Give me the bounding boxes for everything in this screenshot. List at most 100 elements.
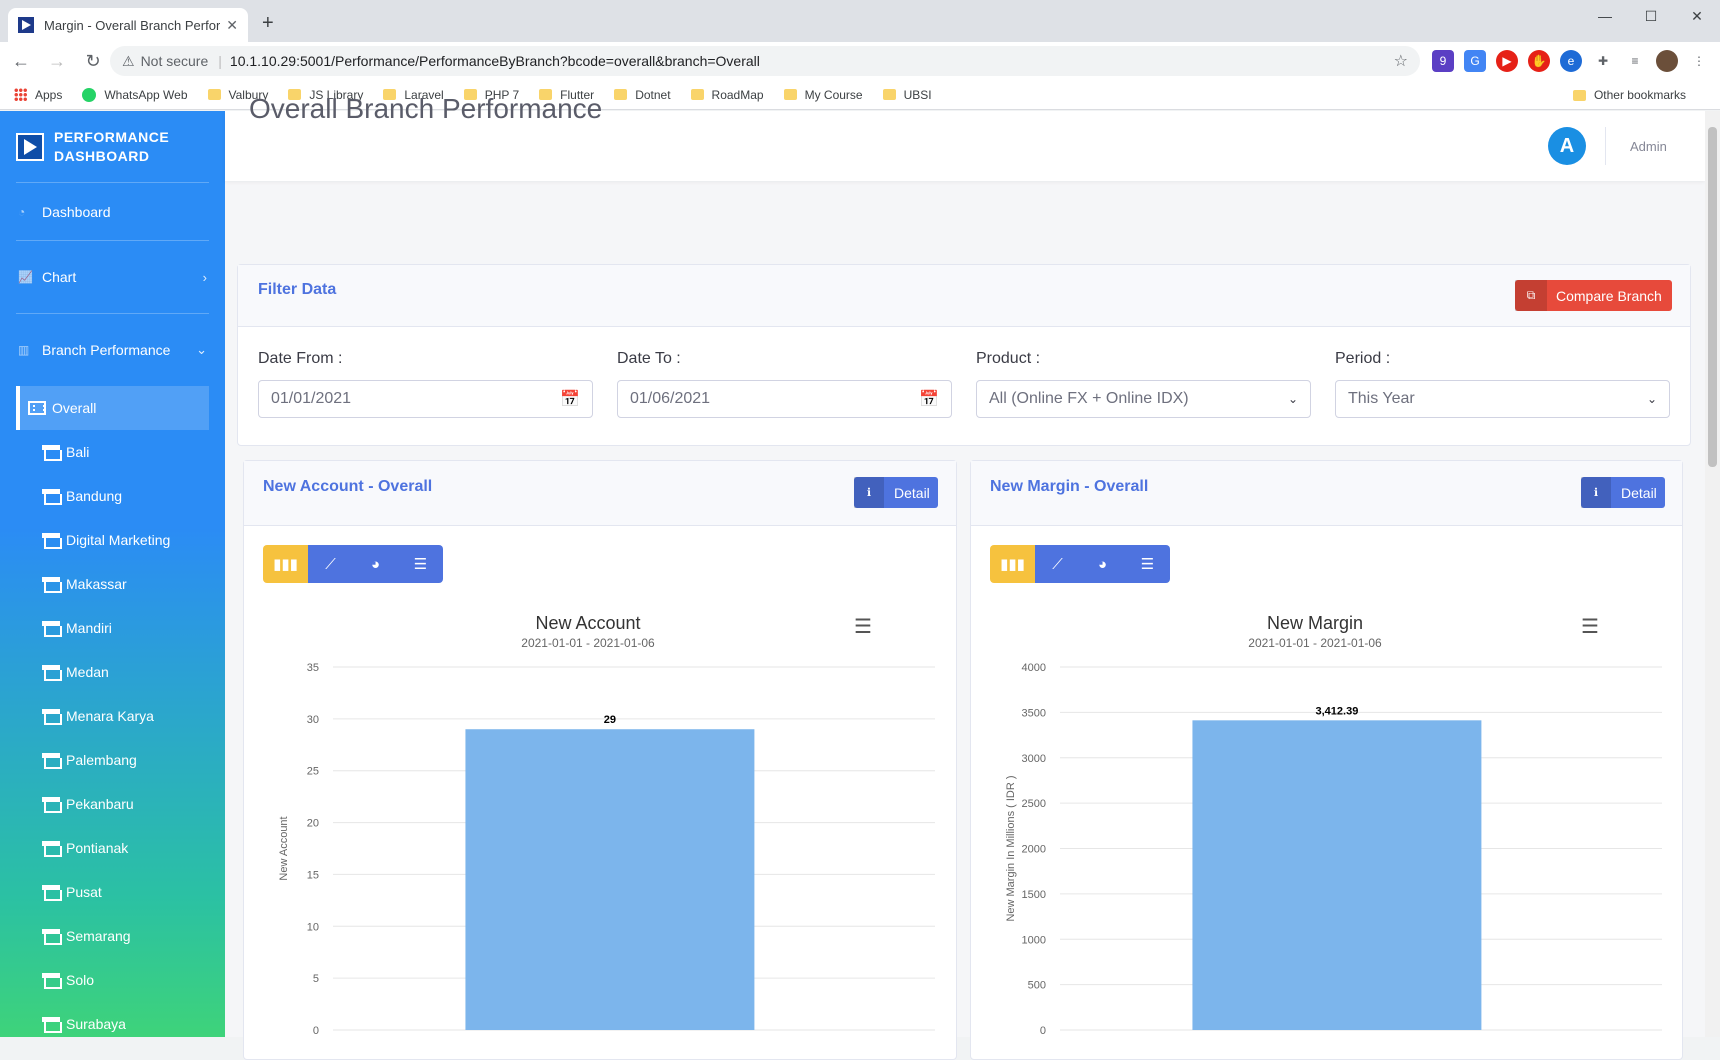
not-secure-label: Not secure	[140, 53, 209, 69]
sidebar: PERFORMANCE DASHBOARD ◔ Dashboard 📈 Char…	[0, 111, 225, 1037]
sidebar-sub-item-branch[interactable]: Bandung	[0, 474, 225, 518]
sidebar-sub-item-branch[interactable]: Solo	[0, 958, 225, 1002]
store-icon	[42, 621, 62, 637]
new-tab-button[interactable]: +	[262, 12, 274, 35]
menu-kebab-icon[interactable]: ⋮	[1688, 50, 1710, 72]
sidebar-sub-item-branch[interactable]: Bali	[0, 430, 225, 474]
date-from-input[interactable]: 01/01/2021 📅	[258, 380, 593, 418]
date-to-input[interactable]: 01/06/2021 📅	[617, 380, 952, 418]
info-icon: ℹ	[1581, 477, 1611, 508]
filter-card: Filter Data	[237, 264, 1691, 446]
bookmark-folder[interactable]: Dotnet	[614, 88, 671, 102]
puzzle-icon[interactable]: ✚	[1592, 50, 1614, 72]
new-margin-title: New Margin - Overall	[990, 478, 1149, 495]
avatar[interactable]: A	[1548, 127, 1586, 165]
store-icon	[42, 929, 62, 945]
sidebar-sub-item-branch[interactable]: Semarang	[0, 914, 225, 958]
line-chart-type-button[interactable]: ⟋	[308, 545, 353, 583]
chevron-down-icon: ⌄	[196, 342, 207, 357]
sidebar-sub-item-branch[interactable]: Digital Marketing	[0, 518, 225, 562]
chart-title: New Margin	[1267, 613, 1363, 633]
bookmark-folder[interactable]: UBSI	[882, 88, 932, 102]
bookmark-apps[interactable]: Apps	[14, 88, 62, 102]
chart-subtitle: 2021-01-01 - 2021-01-06	[1248, 636, 1382, 650]
calendar-icon[interactable]: 📅	[560, 389, 580, 409]
media-icon[interactable]: ≡	[1624, 50, 1646, 72]
bookmark-folder[interactable]: RoadMap	[690, 88, 764, 102]
translate-icon[interactable]: G	[1464, 50, 1486, 72]
sidebar-sub-item-branch[interactable]: Surabaya	[0, 1002, 225, 1037]
calendar-icon[interactable]: 📅	[919, 389, 939, 409]
adblock-icon[interactable]: ✋	[1528, 50, 1550, 72]
new-margin-chart: New Margin 2021-01-01 - 2021-01-06 ☰ 0 500 10…	[1005, 613, 1662, 1037]
bookmark-folder[interactable]: My Course	[783, 88, 863, 102]
y-tick-label: 20	[307, 818, 319, 830]
other-bookmarks[interactable]: Other bookmarks	[1572, 88, 1686, 102]
close-window-icon[interactable]: ✕	[1674, 0, 1720, 32]
y-tick-label: 3000	[1022, 753, 1046, 765]
browser-tab-bar: Margin - Overall Branch Performance ✕ + …	[0, 0, 1720, 42]
sidebar-item-branch-performance[interactable]: ▥ Branch Performance ⌄	[0, 314, 225, 386]
youtube-icon[interactable]: ▶	[1496, 50, 1518, 72]
date-to-label: Date To :	[617, 350, 681, 367]
sidebar-item-chart[interactable]: 📈 Chart ›	[0, 241, 225, 313]
page-scrollbar[interactable]	[1705, 111, 1720, 1037]
sidebar-sub-item-branch[interactable]: Palembang	[0, 738, 225, 782]
extension-blue-icon[interactable]: e	[1560, 50, 1582, 72]
y-tick-label: 0	[313, 1025, 319, 1037]
forward-icon[interactable]: →	[42, 51, 72, 72]
reload-icon[interactable]: ↻	[78, 51, 108, 72]
y-tick-label: 1000	[1022, 934, 1046, 946]
url-separator: |	[218, 53, 222, 69]
folder-icon	[690, 89, 704, 100]
product-select[interactable]: All (Online FX + Online IDX) ⌄	[976, 380, 1311, 418]
product-label: Product :	[976, 350, 1041, 367]
bookmark-whatsapp[interactable]: WhatsApp Web	[82, 87, 188, 102]
period-select[interactable]: This Year ⌄	[1335, 380, 1670, 418]
compare-icon: ⧉	[1515, 280, 1547, 311]
horizontal-bar-type-button[interactable]: ☰	[398, 545, 443, 583]
bar-chart-type-button[interactable]: ▮▮▮	[990, 545, 1035, 583]
chart-bar	[465, 729, 755, 1030]
pie-chart-type-button[interactable]: ◕	[1080, 545, 1125, 583]
sidebar-sub-item-branch[interactable]: Medan	[0, 650, 225, 694]
account-detail-button[interactable]: ℹ Detail	[854, 477, 938, 508]
new-account-title: New Account - Overall	[263, 478, 433, 495]
pie-chart-type-button[interactable]: ◕	[353, 545, 398, 583]
browser-tab[interactable]: Margin - Overall Branch Performance ✕	[8, 8, 248, 42]
line-chart-type-button[interactable]: ⟋	[1035, 545, 1080, 583]
data-label: 3,412.39	[1316, 705, 1359, 717]
brand-name: PERFORMANCE DASHBOARD	[54, 128, 170, 164]
brand[interactable]: PERFORMANCE DASHBOARD	[0, 111, 225, 182]
sidebar-sub-item-branch[interactable]: Makassar	[0, 562, 225, 606]
sidebar-sub-item-branch[interactable]: Pusat	[0, 870, 225, 914]
y-tick-label: 5	[313, 973, 319, 985]
sidebar-sub-item-branch[interactable]: Pontianak	[0, 826, 225, 870]
sidebar-sub-item-branch[interactable]: Mandiri	[0, 606, 225, 650]
y-tick-label: 0	[1040, 1025, 1046, 1037]
extension-badge-icon[interactable]: 9	[1432, 50, 1454, 72]
address-bar[interactable]: ⚠ Not secure | 10.1.10.29:5001/Performan…	[110, 46, 1420, 76]
new-margin-card-header: New Margin - Overall	[971, 461, 1682, 526]
brand-logo-icon	[16, 132, 44, 161]
back-icon[interactable]: ←	[6, 51, 36, 72]
close-tab-icon[interactable]: ✕	[226, 17, 238, 34]
user-name[interactable]: Admin	[1630, 139, 1667, 154]
sidebar-sub-item-overall[interactable]: Overall	[16, 386, 209, 430]
compare-branch-button[interactable]: ⧉ Compare Branch	[1515, 280, 1672, 311]
minimize-icon[interactable]: —	[1582, 0, 1628, 32]
margin-detail-button[interactable]: ℹ Detail	[1581, 477, 1665, 508]
scrollbar-thumb[interactable]	[1708, 127, 1717, 467]
y-tick-label: 2500	[1022, 798, 1046, 810]
sidebar-sub-item-branch[interactable]: Menara Karya	[0, 694, 225, 738]
maximize-icon[interactable]: ☐	[1628, 0, 1674, 32]
sidebar-item-dashboard[interactable]: ◔ Dashboard	[0, 183, 225, 240]
sidebar-sub-item-branch[interactable]: Pekanbaru	[0, 782, 225, 826]
bar-chart-type-button[interactable]: ▮▮▮	[263, 545, 308, 583]
bookmark-star-icon[interactable]: ☆	[1394, 51, 1408, 71]
apps-grid-icon	[14, 88, 27, 101]
profile-avatar-icon[interactable]	[1656, 50, 1678, 72]
url-text[interactable]: 10.1.10.29:5001/Performance/PerformanceB…	[230, 53, 1394, 69]
folder-icon	[1572, 89, 1586, 101]
horizontal-bar-type-button[interactable]: ☰	[1125, 545, 1170, 583]
